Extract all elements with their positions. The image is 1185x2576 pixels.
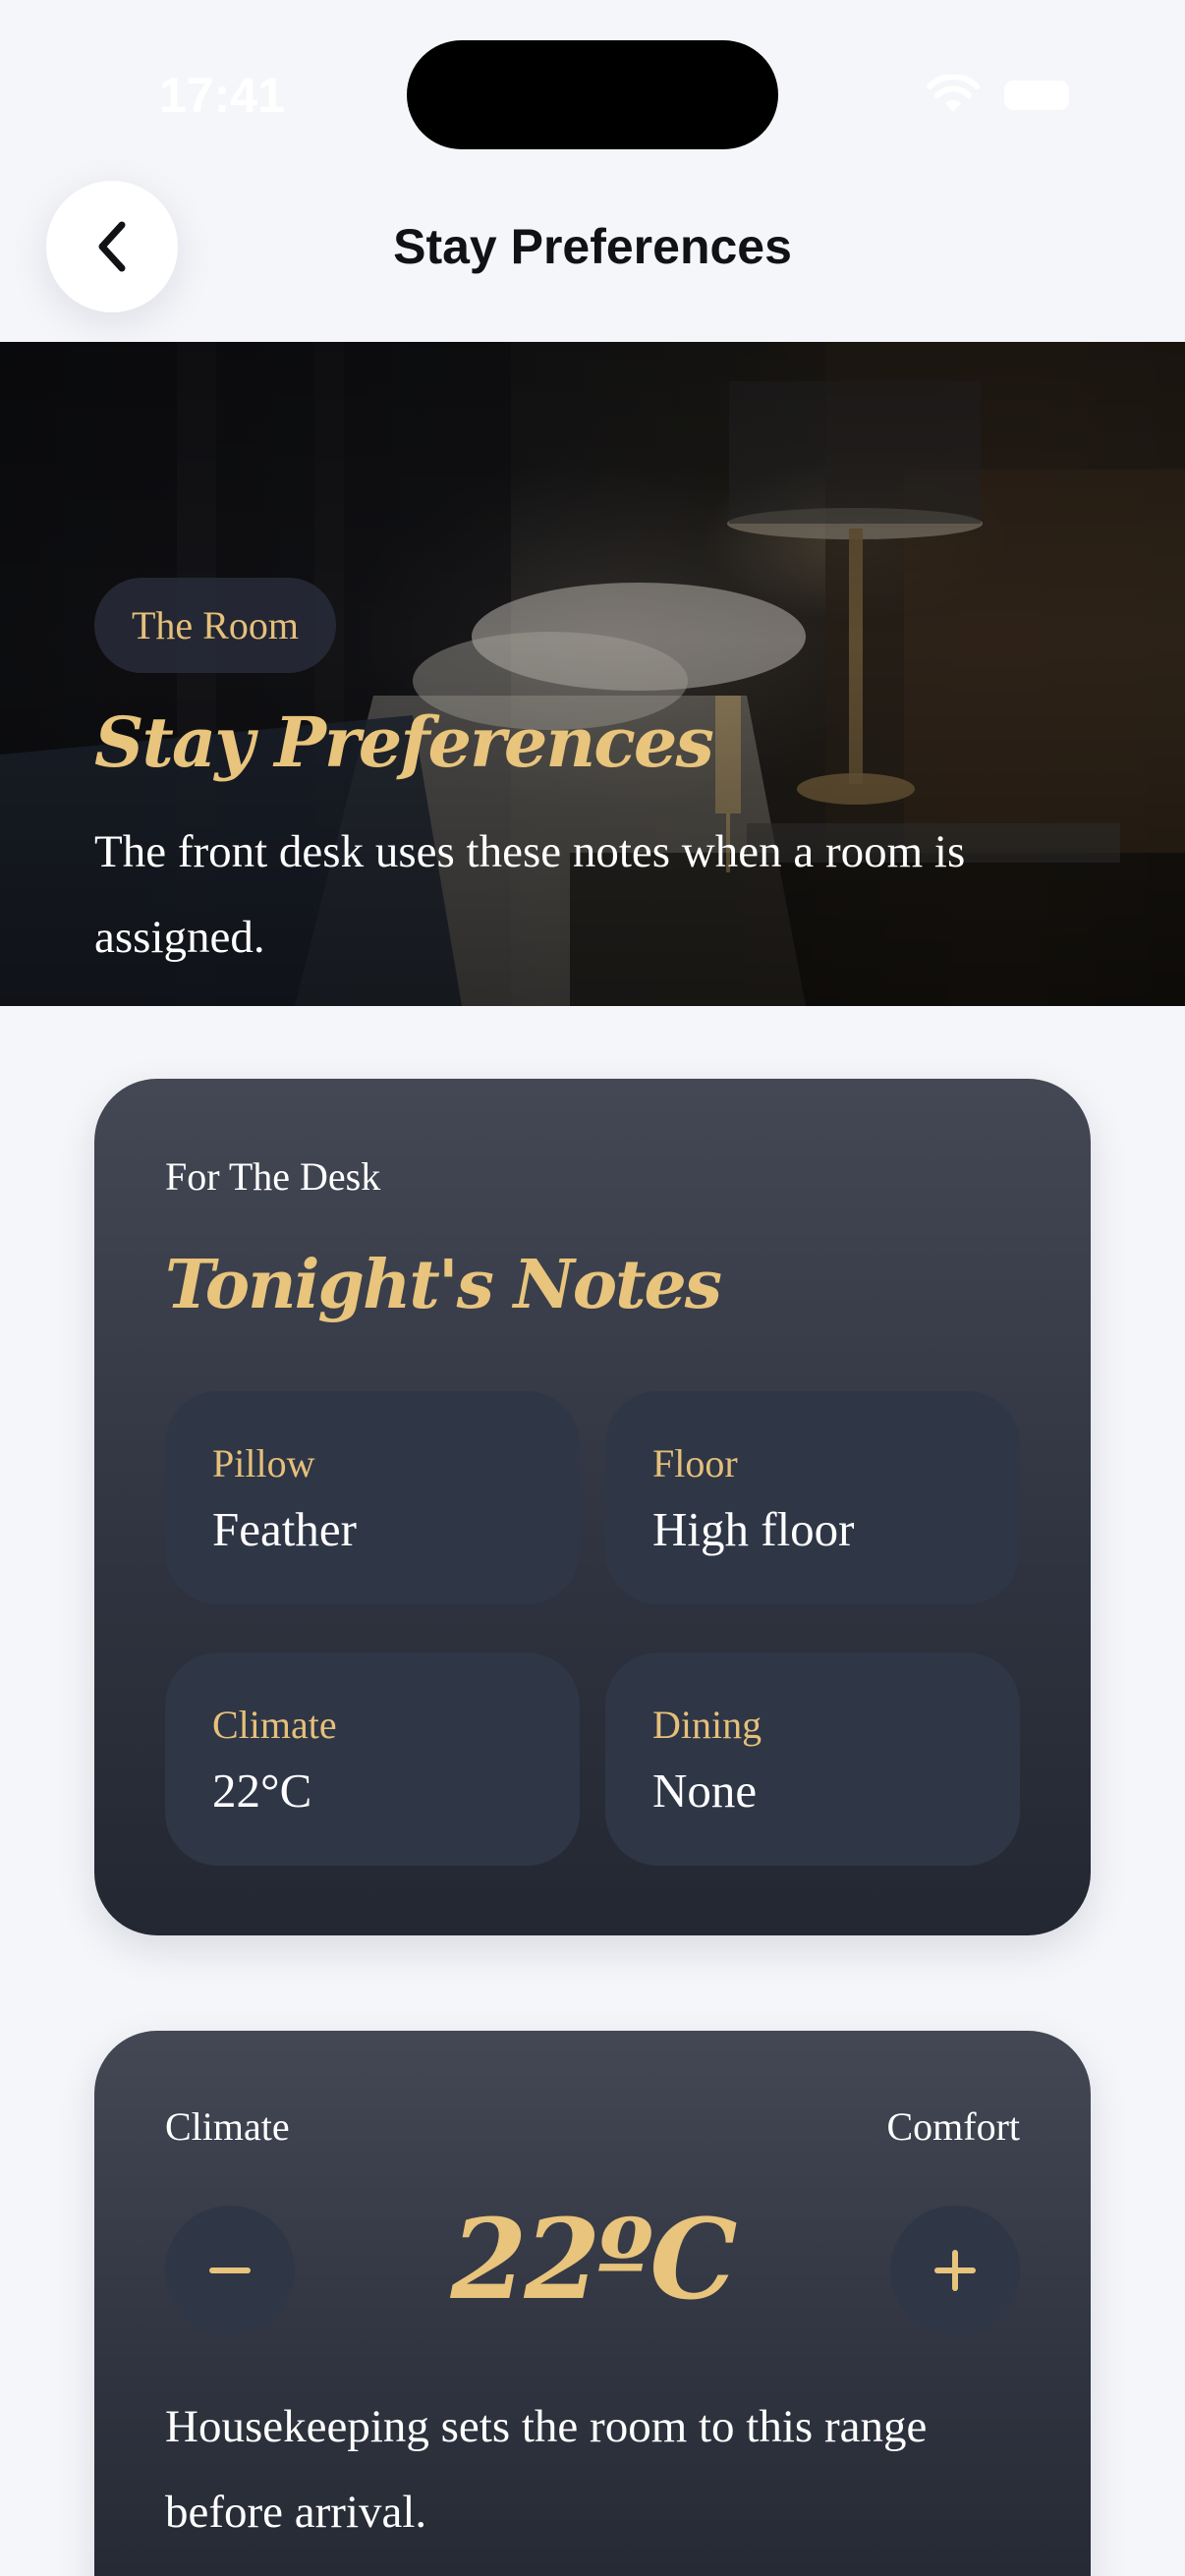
note-label: Floor	[652, 1441, 738, 1485]
status-bar: 17:41	[0, 0, 1185, 187]
notes-card-eyebrow: For The Desk	[165, 1154, 381, 1199]
climate-card: Climate Comfort 22ºC Housekeeping sets t…	[94, 2031, 1091, 2576]
nav-header: Stay Preferences	[0, 177, 1185, 342]
page-title: Stay Preferences	[393, 219, 792, 274]
increase-temperature-button[interactable]	[890, 2206, 1020, 2335]
notes-card-title: Tonight's Notes	[165, 1246, 722, 1324]
note-tile-dining[interactable]: Dining None	[605, 1652, 1020, 1866]
hero-title: Stay Preferences	[94, 701, 714, 783]
wifi-icon	[927, 75, 980, 112]
note-value: High floor	[652, 1502, 855, 1556]
hero-banner: The Room Stay Preferences The front desk…	[0, 342, 1185, 1006]
dynamic-island	[407, 40, 778, 149]
notes-card: For The Desk Tonight's Notes Pillow Feat…	[94, 1079, 1091, 1935]
comfort-label: Comfort	[886, 2104, 1020, 2149]
note-label: Pillow	[212, 1441, 315, 1485]
note-label: Climate	[212, 1703, 337, 1747]
plus-icon	[934, 2250, 976, 2291]
note-value: None	[652, 1764, 758, 1818]
battery-icon	[1004, 81, 1069, 110]
climate-description: Housekeeping sets the room to this range…	[165, 2401, 928, 2538]
note-label: Dining	[652, 1703, 762, 1747]
climate-card-label: Climate	[165, 2104, 290, 2149]
hero-description: The front desk uses these notes when a r…	[94, 826, 966, 963]
note-value: Feather	[212, 1502, 357, 1556]
hero-tag-badge: The Room	[94, 578, 336, 673]
status-time: 17:41	[159, 68, 285, 123]
note-tile-climate[interactable]: Climate 22°C	[165, 1652, 580, 1866]
note-tile-floor[interactable]: Floor High floor	[605, 1391, 1020, 1604]
note-value: 22°C	[212, 1764, 312, 1818]
note-tile-pillow[interactable]: Pillow Feather	[165, 1391, 580, 1604]
